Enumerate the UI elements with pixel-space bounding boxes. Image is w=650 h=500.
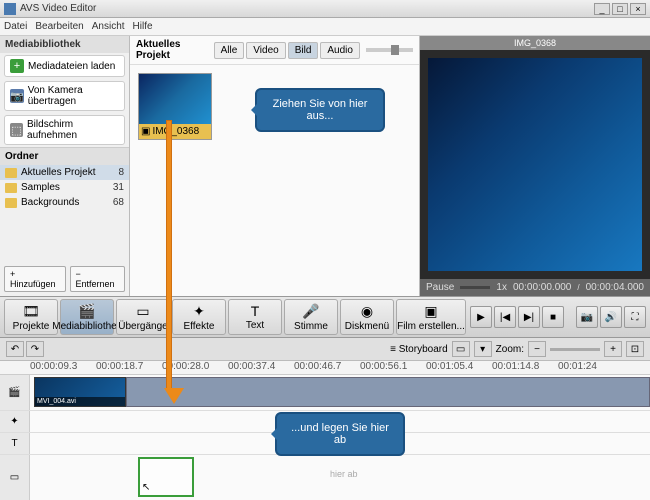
filter-video[interactable]: Video xyxy=(246,42,285,59)
video-track[interactable]: 🎬 MVI_004.avi xyxy=(0,375,650,411)
add-folder-button[interactable]: + Hinzufügen xyxy=(4,266,66,292)
video-bar[interactable] xyxy=(126,377,650,407)
overlay-track-icon: ▭ xyxy=(0,455,30,500)
pause-label[interactable]: Pause xyxy=(426,282,454,293)
folder-icon xyxy=(5,198,17,208)
tool-uebergaenge[interactable]: ▭Übergänge xyxy=(116,299,170,335)
overlay-track[interactable]: ▭ ↖ hier ab xyxy=(0,455,650,500)
tool-film-erstellen[interactable]: ▣Film erstellen... xyxy=(396,299,466,335)
filter-audio[interactable]: Audio xyxy=(320,42,360,59)
undo-button[interactable]: ↶ xyxy=(6,341,24,357)
callout-drop-here: ...und legen Sie hier ab xyxy=(275,412,405,456)
voice-icon: 🎤 xyxy=(302,303,319,320)
drop-target[interactable]: ↖ xyxy=(138,457,194,497)
library-heading: Mediabibliothek xyxy=(0,36,129,53)
app-icon xyxy=(4,3,16,15)
tool-diskmenue[interactable]: ◉Diskmenü xyxy=(340,299,394,335)
folder-aktuelles-projekt[interactable]: Aktuelles Projekt8 xyxy=(0,165,129,180)
thumbnail-label: IMG_0368 xyxy=(152,126,199,137)
effects-icon: ✦ xyxy=(193,303,205,320)
menubar: Datei Bearbeiten Ansicht Hilfe xyxy=(0,18,650,36)
minimize-button[interactable]: _ xyxy=(594,3,610,15)
tool-mediabibliothek[interactable]: 🎬Mediabibliothek xyxy=(60,299,114,335)
project-label: Aktuelles Projekt xyxy=(136,39,200,61)
camera-icon: 📷 xyxy=(10,89,24,103)
text-icon: T xyxy=(251,303,260,319)
menu-bearbeiten[interactable]: Bearbeiten xyxy=(35,21,83,32)
zoom-out-button[interactable]: − xyxy=(528,341,546,357)
zoom-slider[interactable] xyxy=(550,348,600,351)
folders-heading: Ordner xyxy=(0,147,129,165)
tool-stimme[interactable]: 🎤Stimme xyxy=(284,299,338,335)
tool-projekte[interactable]: 🎞Projekte xyxy=(4,299,58,335)
folder-icon xyxy=(5,168,17,178)
maximize-button[interactable]: □ xyxy=(612,3,628,15)
folder-backgrounds[interactable]: Backgrounds68 xyxy=(0,195,129,210)
projects-icon: 🎞 xyxy=(22,303,40,320)
filter-bild[interactable]: Bild xyxy=(288,42,319,59)
window-title: AVS Video Editor xyxy=(20,3,594,14)
preview-title: IMG_0368 xyxy=(420,36,650,50)
produce-icon: ▣ xyxy=(424,303,437,320)
transitions-icon: ▭ xyxy=(136,303,149,320)
play-button[interactable]: ▶ xyxy=(470,306,492,328)
storyboard-toggle[interactable]: ≡ Storyboard xyxy=(390,344,448,355)
menu-datei[interactable]: Datei xyxy=(4,21,27,32)
record-screen-button[interactable]: ⬚Bildschirm aufnehmen xyxy=(4,115,125,145)
preview-image xyxy=(428,58,642,271)
menu-hilfe[interactable]: Hilfe xyxy=(133,21,153,32)
video-track-icon: 🎬 xyxy=(0,375,30,410)
next-frame-button[interactable]: ▶| xyxy=(518,306,540,328)
image-icon: ▣ xyxy=(141,126,150,137)
tutorial-arrow xyxy=(164,120,174,400)
thumb-size-slider[interactable] xyxy=(366,48,413,52)
zoom-fit-button[interactable]: ⊡ xyxy=(626,341,644,357)
redo-button[interactable]: ↷ xyxy=(26,341,44,357)
zoom-in-button[interactable]: + xyxy=(604,341,622,357)
load-media-button[interactable]: +Mediadateien laden xyxy=(4,55,125,77)
speed-label: 1x xyxy=(496,282,507,293)
prev-frame-button[interactable]: |◀ xyxy=(494,306,516,328)
tool-effekte[interactable]: ✦Effekte xyxy=(172,299,226,335)
drop-hint: hier ab xyxy=(330,469,358,479)
snapshot-button[interactable]: 📷 xyxy=(576,306,598,328)
preview-slider[interactable] xyxy=(460,286,490,289)
plus-icon: + xyxy=(10,59,24,73)
time-total: 00:00:04.000 xyxy=(586,282,644,293)
from-camera-button[interactable]: 📷Von Kamera übertragen xyxy=(4,81,125,111)
cursor-icon: ↖ xyxy=(142,482,150,493)
zoom-label: Zoom: xyxy=(496,344,524,355)
folder-icon xyxy=(5,183,17,193)
menu-ansicht[interactable]: Ansicht xyxy=(92,21,125,32)
tool-btn-a[interactable]: ▭ xyxy=(452,341,470,357)
disc-icon: ◉ xyxy=(361,303,373,320)
volume-button[interactable]: 🔊 xyxy=(600,306,622,328)
tool-btn-b[interactable]: ▾ xyxy=(474,341,492,357)
tool-text[interactable]: TText xyxy=(228,299,282,335)
close-button[interactable]: × xyxy=(630,3,646,15)
callout-drag-from: Ziehen Sie von hier aus... xyxy=(255,88,385,132)
stop-button[interactable]: ■ xyxy=(542,306,564,328)
screen-icon: ⬚ xyxy=(10,123,23,137)
media-thumbnail[interactable]: ▣IMG_0368 xyxy=(138,73,212,140)
text-track-icon: T xyxy=(0,433,30,454)
fullscreen-button[interactable]: ⛶ xyxy=(624,306,646,328)
library-icon: 🎬 xyxy=(78,303,95,320)
thumbnail-image xyxy=(139,74,211,124)
effects-track-icon: ✦ xyxy=(0,411,30,432)
remove-folder-button[interactable]: − Entfernen xyxy=(70,266,125,292)
time-ruler[interactable]: 00:00:09.300:00:18.700:00:28.000:00:37.4… xyxy=(0,361,650,375)
video-clip[interactable]: MVI_004.avi xyxy=(34,377,126,407)
filter-alle[interactable]: Alle xyxy=(214,42,245,59)
folder-samples[interactable]: Samples31 xyxy=(0,180,129,195)
time-current: 00:00:00.000 xyxy=(513,282,571,293)
